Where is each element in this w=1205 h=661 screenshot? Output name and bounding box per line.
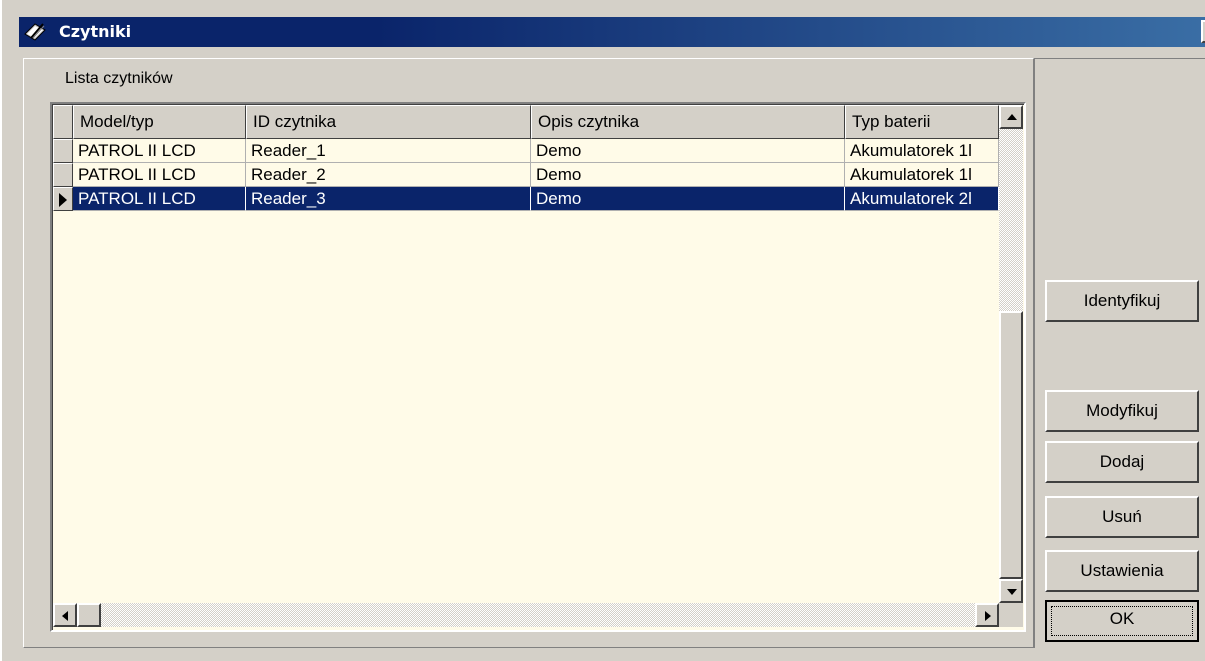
column-header-description[interactable]: Opis czytnika [531, 105, 845, 139]
reader-list-label: Lista czytników [65, 70, 173, 87]
cell-description: Demo [531, 163, 845, 187]
scroll-left-button[interactable] [53, 603, 77, 627]
horizontal-scrollbar[interactable] [53, 603, 999, 627]
cell-reader-id: Reader_1 [246, 139, 531, 163]
czytniki-window: Czytniki Lista czytników Model/typ ID cz… [0, 0, 1205, 661]
scrollbar-corner [999, 603, 1023, 627]
reader-grid[interactable]: Model/typ ID czytnika Opis czytnika Typ … [50, 102, 1026, 632]
arrow-down-icon [1007, 589, 1017, 595]
arrow-up-icon [1007, 114, 1017, 120]
arrow-left-icon [62, 611, 68, 621]
cell-reader-id: Reader_3 [246, 187, 531, 211]
column-header-battery[interactable]: Typ baterii [845, 105, 999, 139]
header-indicator-cell [53, 105, 73, 139]
column-header-reader-id[interactable]: ID czytnika [246, 105, 531, 139]
settings-button[interactable]: Ustawienia [1045, 550, 1199, 592]
vertical-scrollbar[interactable] [999, 105, 1023, 603]
close-button[interactable] [1201, 20, 1205, 43]
cell-battery: Akumulatorek 1l [845, 163, 999, 187]
cell-description: Demo [531, 139, 845, 163]
cell-description: Demo [531, 187, 845, 211]
cell-model: PATROL II LCD [73, 139, 246, 163]
add-button[interactable]: Dodaj [1045, 441, 1199, 483]
window-title: Czytniki [59, 22, 132, 41]
row-indicator[interactable] [53, 187, 73, 211]
arrow-right-icon [985, 611, 991, 621]
cell-model: PATROL II LCD [73, 187, 246, 211]
delete-button[interactable]: Usuń [1045, 496, 1199, 538]
table-row[interactable]: PATROL II LCD Reader_1 Demo Akumulatorek… [53, 139, 999, 163]
row-indicator[interactable] [53, 163, 73, 187]
cell-battery: Akumulatorek 2l [845, 187, 999, 211]
horizontal-scroll-thumb[interactable] [77, 603, 101, 627]
cell-reader-id: Reader_2 [246, 163, 531, 187]
current-row-arrow-icon [59, 193, 67, 207]
scroll-right-button[interactable] [975, 603, 999, 627]
title-bar[interactable]: Czytniki [19, 17, 1205, 47]
column-header-model[interactable]: Model/typ [73, 105, 246, 139]
identify-button[interactable]: Identyfikuj [1045, 280, 1199, 322]
modify-button[interactable]: Modyfikuj [1045, 390, 1199, 432]
ok-button-label: OK [1109, 609, 1135, 628]
scroll-down-button[interactable] [999, 579, 1023, 603]
notepad-pencil-icon [23, 20, 47, 44]
ok-button[interactable]: OK [1045, 600, 1199, 642]
cell-battery: Akumulatorek 1l [845, 139, 999, 163]
scroll-up-button[interactable] [999, 105, 1023, 129]
cell-model: PATROL II LCD [73, 163, 246, 187]
row-indicator[interactable] [53, 139, 73, 163]
vertical-scroll-thumb[interactable] [999, 311, 1023, 579]
table-row[interactable]: PATROL II LCD Reader_2 Demo Akumulatorek… [53, 163, 999, 187]
table-row-selected[interactable]: PATROL II LCD Reader_3 Demo Akumulatorek… [53, 187, 999, 211]
